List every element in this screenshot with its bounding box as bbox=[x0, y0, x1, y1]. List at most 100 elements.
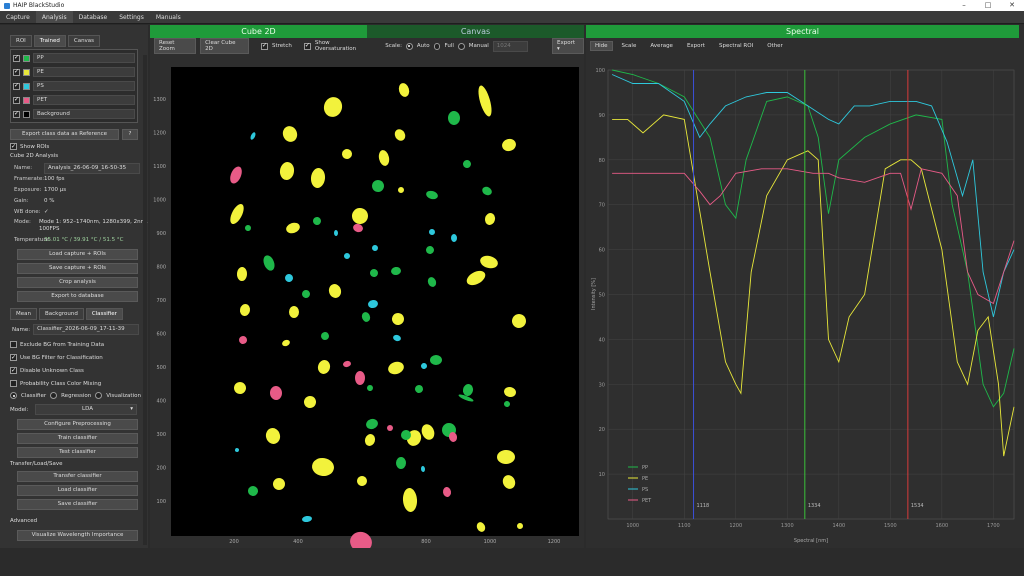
transfer-classifier-button[interactable]: Transfer classifier bbox=[17, 471, 138, 482]
status-bar bbox=[0, 548, 1024, 576]
tab-mean[interactable]: Mean bbox=[10, 308, 37, 320]
mode-visualization-radio[interactable] bbox=[95, 392, 103, 399]
tab-canvas[interactable]: Canvas bbox=[67, 35, 101, 47]
save-capture-rois-button[interactable]: Save capture + ROIs bbox=[17, 263, 138, 274]
spectral-average-button[interactable]: Average bbox=[645, 41, 678, 51]
minimize-icon[interactable]: – bbox=[952, 0, 976, 11]
info-key: Mode: bbox=[14, 219, 31, 225]
legend-label: PP bbox=[642, 465, 648, 471]
tab-analysis[interactable]: Analysis bbox=[35, 11, 73, 23]
left-scrollbar[interactable] bbox=[143, 55, 147, 545]
export-dropdown[interactable]: Export ▾ bbox=[552, 38, 584, 54]
model-select[interactable]: LDA ▾ bbox=[35, 404, 137, 415]
roi-row[interactable]: ✓ PS bbox=[13, 79, 135, 93]
classifier-options: Exclude BG from Training Data ✓ Use BG Fil… bbox=[0, 338, 148, 390]
export-to-database-button[interactable]: Export to database bbox=[17, 291, 138, 302]
help-button[interactable]: ? bbox=[122, 129, 138, 140]
maximize-icon[interactable]: □ bbox=[976, 0, 1000, 11]
spectral-spectral-roi-button[interactable]: Spectral ROI bbox=[714, 41, 758, 51]
info-row: Temperature: 35.01 °C / 39.91 °C / 51.5 °… bbox=[14, 235, 148, 246]
roi-name[interactable]: PE bbox=[33, 67, 135, 77]
mode-classifier-radio[interactable] bbox=[10, 392, 17, 399]
canvas-header[interactable]: Canvas bbox=[367, 25, 584, 38]
stretch-checkbox[interactable]: ✓ bbox=[261, 42, 268, 50]
reset-zoom-button[interactable]: Reset Zoom bbox=[154, 38, 197, 54]
y-tick-label: 30 bbox=[599, 382, 605, 388]
manual-scale-field[interactable]: 1024 bbox=[492, 40, 528, 52]
spectral-export-button[interactable]: Export bbox=[682, 41, 710, 51]
option-checkbox[interactable] bbox=[10, 380, 17, 387]
option-label: Use BG Filter for Classification bbox=[20, 354, 103, 361]
test-classifier-button[interactable]: Test classifier bbox=[17, 447, 138, 458]
roi-checkbox[interactable]: ✓ bbox=[13, 110, 20, 118]
save-classifier-button[interactable]: Save classifier bbox=[17, 499, 138, 510]
y-tick-label: 1000 bbox=[153, 198, 166, 204]
spectral-other-button[interactable]: Other bbox=[762, 41, 788, 51]
info-key: Framerate: bbox=[14, 176, 45, 182]
cube-analysis-title: Cube 2D Analysis bbox=[10, 153, 59, 159]
y-tick-label: 1200 bbox=[153, 131, 166, 137]
show-rois-checkbox[interactable]: ✓ bbox=[10, 143, 17, 150]
transfer-buttons: Transfer classifier Load classifier Save c… bbox=[17, 471, 138, 510]
tab-settings[interactable]: Settings bbox=[113, 11, 150, 23]
configure-preprocessing-button[interactable]: Configure Preprocessing bbox=[17, 419, 138, 430]
tab-database[interactable]: Database bbox=[73, 11, 114, 23]
roi-row[interactable]: ✓ Background bbox=[13, 107, 135, 121]
app-logo-icon bbox=[4, 2, 10, 9]
load-capture-rois-button[interactable]: Load capture + ROIs bbox=[17, 249, 138, 260]
roi-color-swatch[interactable] bbox=[23, 96, 30, 104]
classifier-name-field[interactable]: Classifier_2026-06-09_17-11-39 bbox=[33, 324, 140, 335]
roi-checkbox[interactable]: ✓ bbox=[13, 54, 20, 62]
x-tick-label: 1700 bbox=[987, 523, 1000, 529]
scale-label: Scale: bbox=[385, 43, 402, 49]
x-tick-label: 200 bbox=[229, 539, 239, 545]
roi-checkbox[interactable]: ✓ bbox=[13, 82, 20, 90]
y-tick-label: 900 bbox=[156, 231, 166, 237]
close-icon[interactable]: ✕ bbox=[1000, 0, 1024, 11]
oversaturation-checkbox[interactable]: ✓ bbox=[303, 42, 311, 50]
cube-image-view[interactable]: 1300 1200 1100 1000 900 800 700 600 500 400 300 200… bbox=[150, 54, 584, 548]
roi-row[interactable]: ✓ PE bbox=[13, 65, 135, 79]
roi-color-swatch[interactable] bbox=[23, 68, 30, 76]
mode-regression-radio[interactable] bbox=[50, 392, 58, 399]
visualize-wavelength-button[interactable]: Visualize Wavelength Importance bbox=[17, 530, 138, 541]
scale-manual-radio[interactable] bbox=[457, 42, 465, 50]
spectral-header[interactable]: Spectral bbox=[586, 25, 1019, 38]
roi-checkbox[interactable]: ✓ bbox=[13, 96, 20, 104]
tab-trained[interactable]: Trained bbox=[33, 35, 66, 47]
spectral-hide-button[interactable]: Hide bbox=[590, 41, 613, 51]
export-reference-button[interactable]: Export class data as Reference bbox=[10, 129, 119, 140]
roi-row[interactable]: ✓ PP bbox=[13, 51, 135, 65]
option-checkbox[interactable] bbox=[10, 341, 17, 348]
spectral-scale-button[interactable]: Scale bbox=[617, 41, 642, 51]
scale-auto-radio[interactable] bbox=[405, 42, 413, 50]
train-classifier-button[interactable]: Train classifier bbox=[17, 433, 138, 444]
option-checkbox[interactable]: ✓ bbox=[10, 367, 17, 374]
tab-capture[interactable]: Capture bbox=[0, 11, 36, 23]
info-row: Name: Analysis_26-06-09_16-50-35 bbox=[14, 163, 148, 174]
option-checkbox[interactable]: ✓ bbox=[10, 354, 17, 361]
info-value[interactable]: Analysis_26-06-09_16-50-35 bbox=[44, 163, 140, 174]
roi-checkbox[interactable]: ✓ bbox=[13, 68, 20, 76]
roi-color-swatch[interactable] bbox=[23, 82, 30, 90]
tab-background[interactable]: Background bbox=[39, 308, 84, 320]
roi-name[interactable]: PP bbox=[33, 53, 135, 63]
crop-analysis-button[interactable]: Crop analysis bbox=[17, 277, 138, 288]
scale-full-radio[interactable] bbox=[433, 42, 441, 50]
show-rois-label: Show ROIs bbox=[20, 143, 50, 150]
roi-name[interactable]: PET bbox=[33, 95, 135, 105]
tab-manuals[interactable]: Manuals bbox=[150, 11, 187, 23]
cube2d-header[interactable]: Cube 2D bbox=[150, 25, 367, 38]
roi-name[interactable]: Background bbox=[33, 109, 135, 119]
tab-roi[interactable]: ROI bbox=[10, 35, 32, 47]
roi-name[interactable]: PS bbox=[33, 81, 135, 91]
legend-label: PET bbox=[642, 498, 652, 504]
spectral-chart[interactable]: Intensity [%] Spectral [nm] 10 20 30 40 50 60… bbox=[586, 54, 1024, 548]
roi-color-swatch[interactable] bbox=[23, 110, 30, 118]
load-classifier-button[interactable]: Load classifier bbox=[17, 485, 138, 496]
roi-color-swatch[interactable] bbox=[23, 54, 30, 62]
info-value: 100 fps bbox=[44, 176, 65, 182]
tab-classifier[interactable]: Classifier bbox=[85, 308, 123, 320]
clear-cube-button[interactable]: Clear Cube 2D bbox=[200, 38, 249, 54]
roi-row[interactable]: ✓ PET bbox=[13, 93, 135, 107]
